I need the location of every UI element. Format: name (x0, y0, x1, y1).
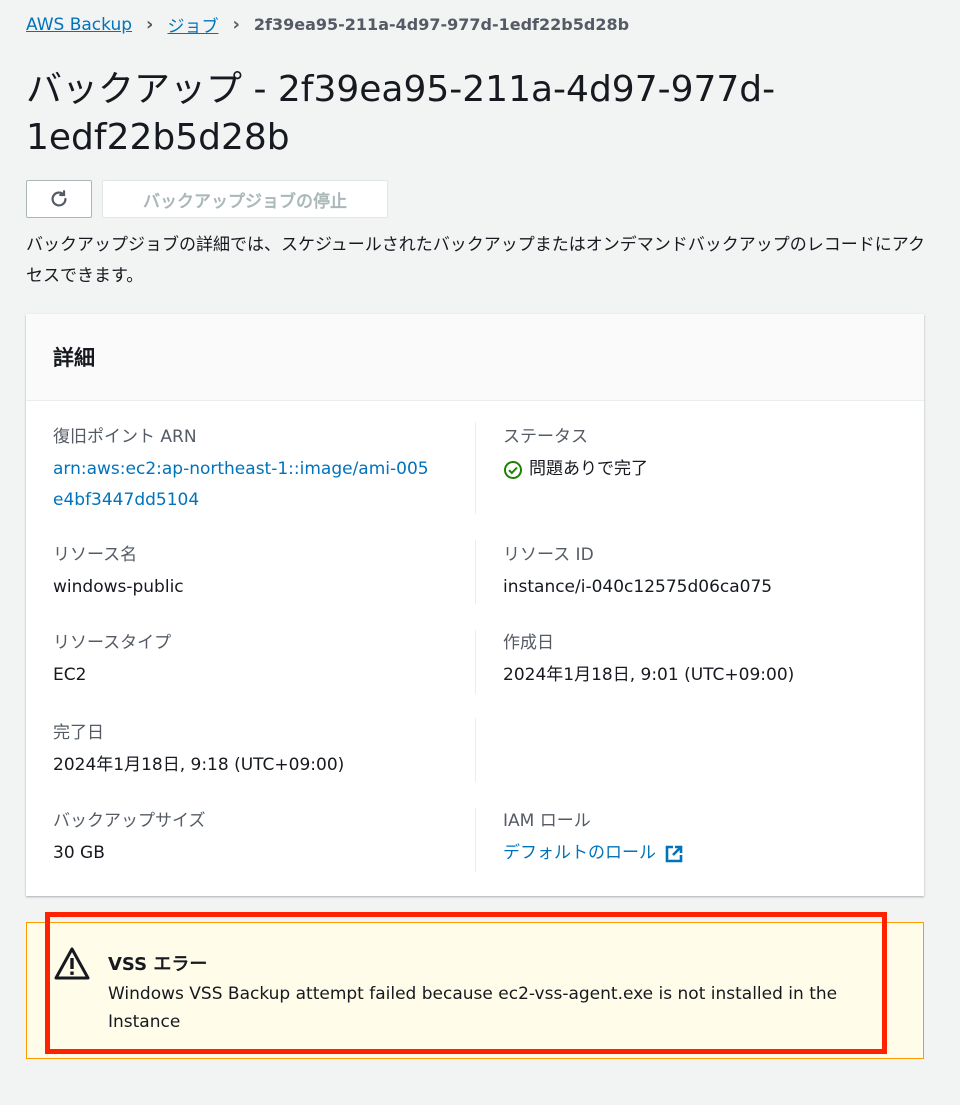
resource-name-label: リソース名 (53, 545, 138, 565)
resource-id-value: instance/i-040c12575d06ca075 (503, 577, 773, 597)
completed-date-field: 完了日 2024年1月18日, 9:18 (UTC+09:00) (53, 722, 453, 781)
column-divider (475, 718, 476, 782)
recovery-point-arn-link[interactable]: arn:aws:ec2:ap-northeast-1::image/ami-00… (53, 454, 433, 516)
chevron-right-icon: › (146, 14, 154, 35)
page-description: バックアップジョブの詳細では、スケジュールされたバックアップまたはオンデマンドバ… (26, 235, 925, 286)
status-value: 問題ありで完了 (503, 454, 903, 485)
resource-id-label: リソース ID (503, 545, 594, 565)
column-divider (475, 422, 476, 514)
iam-role-text: デフォルトのロール (503, 843, 656, 863)
created-date-label: 作成日 (503, 633, 554, 653)
breadcrumb: AWS Backup › ジョブ › 2f39ea95-211a-4d97-97… (26, 12, 629, 37)
resource-type-field: リソースタイプ EC2 (53, 632, 453, 691)
refresh-button[interactable] (26, 180, 92, 218)
external-link-icon (665, 845, 683, 862)
status-field: ステータス 問題ありで完了 (503, 426, 903, 485)
resource-id-field: リソース ID instance/i-040c12575d06ca075 (503, 544, 903, 603)
check-circle-icon (504, 460, 522, 479)
page-title: バックアップ - 2f39ea95-211a-4d97-977d-1edf22b… (26, 69, 776, 158)
iam-role-label: IAM ロール (503, 811, 591, 831)
column-divider (475, 630, 476, 694)
backup-size-value: 30 GB (53, 843, 105, 863)
breadcrumb-aws-backup[interactable]: AWS Backup (26, 15, 132, 35)
recovery-point-arn-label: 復旧ポイント ARN (53, 427, 197, 447)
details-title: 詳細 (53, 346, 95, 370)
action-bar: バックアップジョブの停止 (26, 180, 388, 218)
column-divider (475, 540, 476, 604)
details-panel-header: 詳細 (26, 314, 924, 401)
stop-backup-job-button[interactable]: バックアップジョブの停止 (102, 180, 388, 218)
status-text: 問題ありで完了 (529, 459, 648, 479)
backup-size-field: バックアップサイズ 30 GB (53, 810, 453, 869)
iam-role-link[interactable]: デフォルトのロール (503, 838, 684, 869)
details-panel: 詳細 復旧ポイント ARN arn:aws:ec2:ap-northeast-1… (26, 314, 924, 896)
refresh-icon (51, 190, 67, 207)
alert-highlight-box (45, 912, 887, 1054)
resource-name-field: リソース名 windows-public (53, 544, 453, 603)
breadcrumb-jobs[interactable]: ジョブ (167, 12, 218, 37)
resource-type-value: EC2 (53, 665, 87, 685)
resource-name-value: windows-public (53, 577, 184, 597)
created-date-value: 2024年1月18日, 9:01 (UTC+09:00) (503, 665, 795, 685)
recovery-point-arn-field: 復旧ポイント ARN arn:aws:ec2:ap-northeast-1::i… (53, 426, 453, 516)
chevron-right-icon: › (232, 14, 240, 35)
iam-role-field: IAM ロール デフォルトのロール (503, 810, 903, 869)
breadcrumb-current: 2f39ea95-211a-4d97-977d-1edf22b5d28b (253, 15, 630, 34)
created-date-field: 作成日 2024年1月18日, 9:01 (UTC+09:00) (503, 632, 903, 691)
column-divider (475, 808, 476, 872)
backup-size-label: バックアップサイズ (53, 811, 206, 831)
completed-date-label: 完了日 (53, 723, 104, 743)
resource-type-label: リソースタイプ (53, 633, 172, 653)
completed-date-value: 2024年1月18日, 9:18 (UTC+09:00) (53, 755, 345, 775)
status-label: ステータス (503, 427, 588, 447)
